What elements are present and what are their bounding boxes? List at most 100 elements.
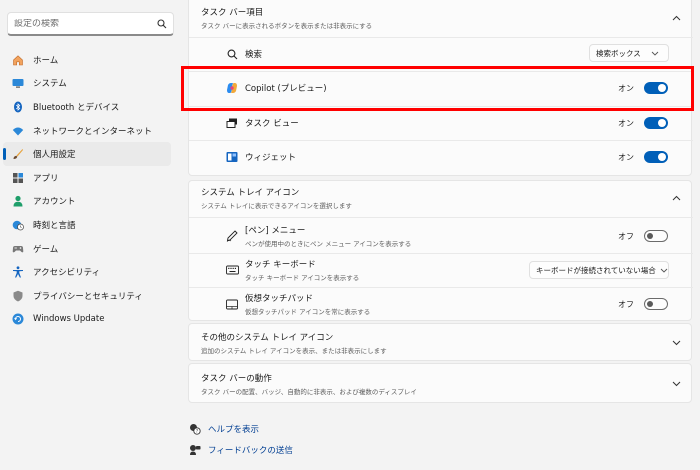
sidebar-item-accounts[interactable]: アカウント: [3, 190, 171, 214]
sidebar-item-label: アカウント: [33, 197, 76, 208]
chevron-down-icon: [651, 49, 659, 57]
row-label: 検索: [245, 50, 263, 60]
row-label: ウィジェット: [245, 153, 297, 163]
sidebar-item-system[interactable]: システム: [3, 72, 171, 96]
search-mode-dropdown[interactable]: 検索ボックス: [589, 44, 669, 62]
sidebar-item-network[interactable]: ネットワークとインターネット: [3, 119, 171, 143]
sidebar-item-time-language[interactable]: 時刻と言語: [3, 213, 171, 237]
row-label: タッチ キーボード: [245, 260, 316, 270]
sidebar-item-home[interactable]: ホーム: [3, 48, 171, 72]
copilot-highlight-box: [181, 66, 694, 111]
chevron-up-icon[interactable]: [671, 193, 681, 203]
search-icon: [225, 47, 239, 61]
taskbar-behaviors-section[interactable]: タスク バーの動作 タスク バーの配置、バッジ、自動的に非表示、および複数のディ…: [188, 363, 692, 403]
sidebar-item-label: アクセシビリティ: [33, 268, 101, 279]
section-subtitle: システム トレイに表示できるアイコンを選択します: [201, 202, 352, 210]
sidebar-item-accessibility[interactable]: アクセシビリティ: [3, 260, 171, 284]
section-title: タスク バーの動作: [201, 374, 272, 384]
system-tray-header[interactable]: システム トレイ アイコン システム トレイに表示できるアイコンを選択します: [189, 181, 693, 215]
search-input[interactable]: [8, 18, 151, 29]
wifi-icon: [11, 124, 25, 138]
widgets-toggle-group: オン: [618, 151, 668, 163]
sidebar-item-personalization[interactable]: 個人用設定: [3, 142, 171, 166]
sidebar-item-gaming[interactable]: ゲーム: [3, 237, 171, 261]
toggle-state-label: オフ: [618, 231, 634, 241]
toggle-state-label: オン: [618, 118, 634, 128]
section-title: タスク バー項目: [201, 8, 264, 18]
shield-icon: [11, 289, 25, 303]
keyboard-icon: [225, 263, 239, 277]
sidebar-item-label: 個人用設定: [33, 150, 76, 161]
monitor-icon: [11, 76, 25, 90]
update-icon: [11, 312, 25, 326]
pen-menu-row: [ペン] メニュー ペンが使用中のときにペン メニュー アイコンを表示する オフ: [189, 219, 693, 253]
feedback-icon: [188, 443, 202, 457]
toggle-state-label: オン: [618, 152, 634, 162]
sidebar-item-label: Windows Update: [33, 314, 105, 325]
other-tray-icons-header[interactable]: その他のシステム トレイ アイコン 追加のシステム トレイ アイコンを表示、また…: [189, 324, 693, 362]
toggle-state-label: オフ: [618, 299, 634, 309]
widgets-toggle[interactable]: [644, 151, 668, 163]
sidebar-item-label: Bluetooth とデバイス: [33, 102, 120, 113]
widgets-icon: [225, 150, 239, 164]
touchpad-toggle-group: オフ: [618, 298, 668, 310]
clock-globe-icon: [11, 218, 25, 232]
row-label: タスク ビュー: [245, 119, 299, 129]
sidebar-item-bluetooth[interactable]: Bluetooth とデバイス: [3, 95, 171, 119]
chevron-down-icon: [660, 266, 668, 274]
taskbar-behaviors-header[interactable]: タスク バーの動作 タスク バーの配置、バッジ、自動的に非表示、および複数のディ…: [189, 364, 693, 404]
chevron-up-icon[interactable]: [671, 13, 681, 23]
sidebar-item-label: ゲーム: [33, 244, 59, 255]
link-label: ヘルプを表示: [208, 425, 260, 435]
sidebar: ホーム システム Bluetooth とデバイス ネットワークとインターネット …: [0, 0, 180, 470]
sidebar-nav: ホーム システム Bluetooth とデバイス ネットワークとインターネット …: [3, 48, 171, 331]
section-title: その他のシステム トレイ アイコン: [201, 333, 334, 343]
search-row: 検索 検索ボックス: [189, 39, 693, 69]
home-icon: [11, 53, 25, 67]
row-description: タッチ キーボード アイコンを表示する: [245, 274, 360, 282]
row-description: 仮想タッチパッド アイコンを常に表示する: [245, 308, 371, 316]
link-label: フィードバックの送信: [208, 446, 293, 456]
get-help-link[interactable]: ? ヘルプを表示: [188, 422, 259, 436]
accessibility-icon: [11, 265, 25, 279]
pen-icon: [225, 229, 239, 243]
section-subtitle: タスク バーの配置、バッジ、自動的に非表示、および複数のディスプレイ: [201, 388, 417, 396]
help-icon: ?: [188, 422, 202, 436]
touch-keyboard-dropdown[interactable]: キーボードが接続されていない場合: [529, 261, 669, 279]
sidebar-item-label: プライバシーとセキュリティ: [33, 291, 143, 302]
search-icon[interactable]: [151, 13, 173, 35]
dropdown-value: 検索ボックス: [596, 48, 641, 58]
sidebar-item-label: ホーム: [33, 55, 59, 66]
sidebar-item-privacy[interactable]: プライバシーとセキュリティ: [3, 284, 171, 308]
person-icon: [11, 194, 25, 208]
pen-menu-toggle-group: オフ: [618, 230, 668, 242]
gamepad-icon: [11, 242, 25, 256]
taskview-icon: [225, 116, 239, 130]
apps-icon: [11, 171, 25, 185]
sidebar-item-label: アプリ: [33, 173, 59, 184]
taskbar-items-header[interactable]: タスク バー項目 タスク バーに表示されるボタンを表示または非表示にする: [189, 1, 693, 35]
sidebar-item-windows-update[interactable]: Windows Update: [3, 308, 171, 332]
sidebar-item-label: 時刻と言語: [33, 220, 76, 231]
taskview-toggle[interactable]: [644, 117, 668, 129]
system-tray-section: システム トレイ アイコン システム トレイに表示できるアイコンを選択します […: [188, 180, 693, 321]
send-feedback-link[interactable]: フィードバックの送信: [188, 443, 293, 457]
pen-menu-toggle[interactable]: [644, 230, 668, 242]
touchpad-toggle[interactable]: [644, 298, 668, 310]
other-tray-icons-section[interactable]: その他のシステム トレイ アイコン 追加のシステム トレイ アイコンを表示、また…: [188, 323, 692, 361]
divider: [189, 37, 693, 38]
section-title: システム トレイ アイコン: [201, 188, 300, 198]
divider: [189, 217, 693, 218]
settings-search[interactable]: [7, 12, 174, 36]
sidebar-item-label: ネットワークとインターネット: [33, 126, 153, 137]
touchpad-icon: [225, 297, 239, 311]
sidebar-item-apps[interactable]: アプリ: [3, 166, 171, 190]
chevron-down-icon[interactable]: [671, 379, 681, 389]
virtual-touchpad-row: 仮想タッチパッド 仮想タッチパッド アイコンを常に表示する オフ: [189, 287, 693, 321]
sidebar-item-label: システム: [33, 79, 67, 90]
chevron-down-icon[interactable]: [671, 338, 681, 348]
touch-keyboard-row: タッチ キーボード タッチ キーボード アイコンを表示する キーボードが接続され…: [189, 253, 693, 287]
taskview-toggle-group: オン: [618, 117, 668, 129]
row-label: 仮想タッチパッド: [245, 294, 314, 304]
section-subtitle: タスク バーに表示されるボタンを表示または非表示にする: [201, 22, 373, 30]
